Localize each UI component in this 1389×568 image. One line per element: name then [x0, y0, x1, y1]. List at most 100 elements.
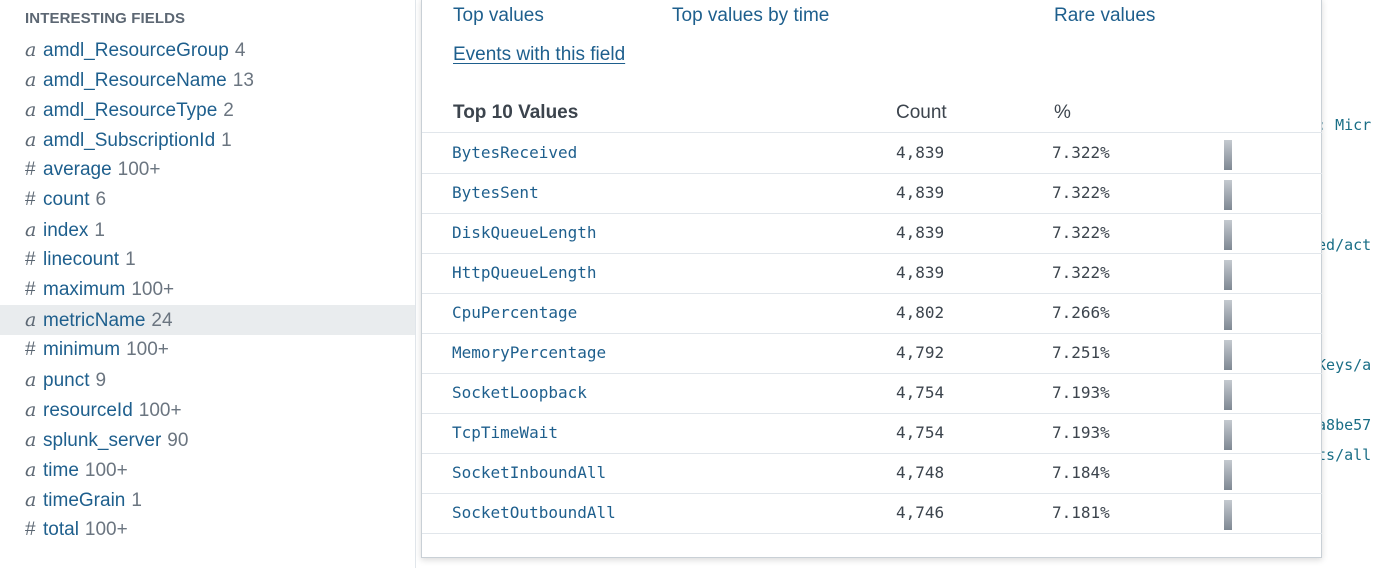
field-name: minimum — [43, 339, 121, 360]
value-link[interactable]: DiskQueueLength — [452, 223, 597, 242]
value-link[interactable]: SocketLoopback — [452, 383, 587, 402]
interesting-fields-list: a amdl_ResourceGroup 4 a amdl_ResourceName 13… — [0, 35, 415, 545]
percent-bar-fill — [1224, 340, 1232, 370]
value-percent: 7.322% — [1052, 263, 1110, 282]
value-link[interactable]: BytesSent — [452, 183, 539, 202]
top-values-table-header: Top 10 Values Count % — [422, 98, 1322, 133]
table-row: MemoryPercentage 4,792 7.251% — [422, 334, 1322, 374]
field-item-index[interactable]: a index 1 — [0, 215, 415, 245]
field-item-time[interactable]: a time 100+ — [0, 455, 415, 485]
number-type-icon: # — [25, 249, 36, 270]
event-text: : Micr — [1317, 116, 1372, 134]
field-item-linecount[interactable]: # linecount 1 — [0, 245, 415, 275]
field-item-amdl-subscriptionid[interactable]: a amdl_SubscriptionId 1 — [0, 125, 415, 155]
field-name: amdl_ResourceName — [43, 70, 227, 91]
top-values-link[interactable]: Top values — [453, 5, 544, 27]
field-name: average — [43, 159, 112, 180]
field-distinct-count: 1 — [221, 130, 232, 151]
field-item-resourceid[interactable]: a resourceId 100+ — [0, 395, 415, 425]
field-distinct-count: 100+ — [84, 519, 128, 540]
value-count: 4,802 — [896, 303, 945, 322]
field-distinct-count: 100+ — [138, 400, 182, 421]
percent-bar-fill — [1224, 420, 1232, 450]
value-count: 4,839 — [896, 263, 945, 282]
percent-bar-fill — [1224, 140, 1232, 170]
string-type-icon: a — [25, 39, 37, 61]
number-type-icon: # — [25, 189, 36, 210]
field-item-average[interactable]: # average 100+ — [0, 155, 415, 185]
field-name: maximum — [43, 279, 126, 300]
field-name: amdl_SubscriptionId — [43, 130, 216, 151]
value-count: 4,839 — [896, 183, 945, 202]
field-name: total — [43, 519, 79, 540]
string-type-icon: a — [25, 489, 37, 511]
table-row: TcpTimeWait 4,754 7.193% — [422, 414, 1322, 454]
field-distinct-count: 90 — [167, 430, 189, 451]
table-row: CpuPercentage 4,802 7.266% — [422, 294, 1322, 334]
percent-bar — [1224, 340, 1304, 370]
value-link[interactable]: SocketOutboundAll — [452, 503, 616, 522]
field-distinct-count: 1 — [131, 490, 142, 511]
table-row: SocketInboundAll 4,748 7.184% — [422, 454, 1322, 494]
fields-sidebar: INTERESTING FIELDS a amdl_ResourceGroup 4 a… — [0, 0, 416, 568]
percent-bar-fill — [1224, 300, 1232, 330]
field-distinct-count: 100+ — [126, 339, 169, 360]
percent-bar-fill — [1224, 380, 1232, 410]
percent-bar — [1224, 300, 1304, 330]
string-type-icon: a — [25, 129, 37, 151]
value-count: 4,839 — [896, 143, 945, 162]
field-distinct-count: 6 — [95, 189, 107, 210]
field-distinct-count: 1 — [94, 220, 105, 241]
field-name: resourceId — [43, 400, 133, 421]
number-type-icon: # — [25, 279, 36, 300]
column-header-values: Top 10 Values — [453, 102, 579, 123]
field-item-maximum[interactable]: # maximum 100+ — [0, 275, 415, 305]
value-link[interactable]: SocketInboundAll — [452, 463, 606, 482]
value-link[interactable]: HttpQueueLength — [452, 263, 597, 282]
field-item-timegrain[interactable]: a timeGrain 1 — [0, 485, 415, 515]
value-count: 4,746 — [896, 503, 945, 522]
value-count: 4,839 — [896, 223, 945, 242]
top-values-by-time-link[interactable]: Top values by time — [672, 5, 829, 27]
value-link[interactable]: CpuPercentage — [452, 303, 577, 322]
field-name: time — [43, 460, 79, 481]
field-item-total[interactable]: # total 100+ — [0, 515, 415, 545]
field-name: amdl_ResourceGroup — [43, 40, 229, 61]
field-item-amdl-resourcegroup[interactable]: a amdl_ResourceGroup 4 — [0, 35, 415, 65]
string-type-icon: a — [25, 99, 37, 121]
events-with-this-field-link[interactable]: Events with this field — [453, 44, 625, 66]
field-distinct-count: 100+ — [117, 159, 161, 180]
field-name: amdl_ResourceType — [43, 100, 218, 121]
value-percent: 7.322% — [1052, 143, 1110, 162]
value-percent: 7.193% — [1052, 423, 1110, 442]
field-item-minimum[interactable]: # minimum 100+ — [0, 335, 415, 365]
field-item-splunk-server[interactable]: a splunk_server 90 — [0, 425, 415, 455]
field-distinct-count: 13 — [232, 70, 254, 91]
value-link[interactable]: BytesReceived — [452, 143, 577, 162]
value-percent: 7.322% — [1052, 183, 1110, 202]
field-item-amdl-resourcetype[interactable]: a amdl_ResourceType 2 — [0, 95, 415, 125]
value-count: 4,792 — [896, 343, 945, 362]
field-item-count[interactable]: # count 6 — [0, 185, 415, 215]
percent-bar-fill — [1224, 260, 1232, 290]
value-link[interactable]: MemoryPercentage — [452, 343, 606, 362]
top-values-table: BytesReceived 4,839 7.322% BytesSent 4,839 7.… — [422, 134, 1322, 534]
percent-bar — [1224, 420, 1304, 450]
percent-bar — [1224, 380, 1304, 410]
rare-values-link[interactable]: Rare values — [1054, 5, 1155, 27]
field-item-metricname[interactable]: a metricName 24 — [0, 305, 415, 335]
table-row: DiskQueueLength 4,839 7.322% — [422, 214, 1322, 254]
percent-bar — [1224, 500, 1304, 530]
field-name: splunk_server — [43, 430, 162, 451]
value-count: 4,748 — [896, 463, 945, 482]
number-type-icon: # — [25, 339, 36, 360]
field-item-amdl-resourcename[interactable]: a amdl_ResourceName 13 — [0, 65, 415, 95]
field-item-punct[interactable]: a punct 9 — [0, 365, 415, 395]
interesting-fields-heading: INTERESTING FIELDS — [25, 10, 186, 27]
percent-bar — [1224, 260, 1304, 290]
value-percent: 7.184% — [1052, 463, 1110, 482]
percent-bar-fill — [1224, 460, 1232, 490]
string-type-icon: a — [25, 309, 37, 331]
value-link[interactable]: TcpTimeWait — [452, 423, 558, 442]
value-count: 4,754 — [896, 383, 945, 402]
